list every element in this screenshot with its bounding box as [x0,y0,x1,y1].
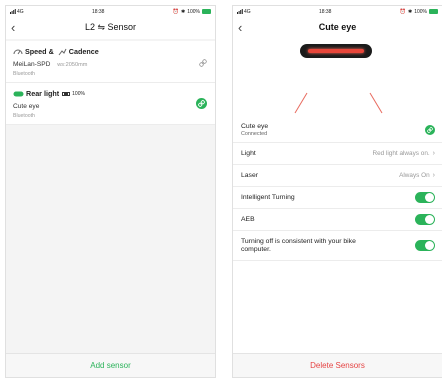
speed-title: Speed & [25,47,54,56]
connection-type: Bluetooth [13,113,35,119]
connected-link-button[interactable] [196,98,207,109]
page-title: Cute eye [318,22,357,32]
speed-cadence-sensor-card[interactable]: Speed & Cadence MeiLan-SPD ws:2050mm Blu… [6,41,215,83]
link-icon [198,100,205,107]
network-label: 4G [244,8,251,15]
turning-off-sync-row: Turning off is consistent with your bike… [233,231,442,261]
aeb-row: AEB [233,209,442,231]
signal-indicator: 4G [10,9,24,15]
light-value: Red light always on. [372,150,430,157]
intelligent-turning-row: Intelligent Turning [233,187,442,209]
rear-light-icon [13,91,24,96]
battery-icon [428,9,438,14]
laser-value: Always On [399,172,430,179]
device-name: Cute eye [13,103,40,110]
status-time: 18:38 [318,8,332,15]
device-illustration [233,39,442,117]
chevron-right-icon: › [432,150,435,157]
nav-bar: ‹ L2 ⇋ Sensor [6,17,215,39]
page-title: L2 ⇋ Sensor [84,22,137,32]
link-icon[interactable] [199,59,207,67]
aeb-label: AEB [241,216,255,223]
network-label: 4G [17,8,24,15]
laser-lines [294,92,383,114]
intelligent-turning-label: Intelligent Turning [241,194,295,201]
signal-icon [10,9,16,14]
cute-eye-detail-screen: 4G 18:38 ⏰ ✱ 100% ‹ Cute eye Cute eye Co… [232,5,442,378]
rear-light-title: Rear light [26,89,60,98]
wheel-size: ws:2050mm [57,62,88,68]
add-sensor-button[interactable]: Add sensor [90,361,130,370]
delete-sensors-bar: Delete Sensors [233,353,442,377]
device-name: Cute eye [241,122,269,130]
aeb-toggle[interactable] [415,214,435,225]
cadence-icon [58,48,67,55]
light-label: Light [241,150,256,157]
battery-percent: 100% [414,8,427,15]
bluetooth-icon: ✱ [407,8,413,15]
laser-label: Laser [241,172,259,179]
turning-off-sync-toggle[interactable] [415,240,435,251]
speedometer-icon [13,49,23,55]
rear-light-battery: 100% [72,90,85,97]
bluetooth-icon: ✱ [180,8,186,15]
status-time: 18:38 [91,8,105,15]
connection-status: Connected [241,130,268,137]
battery-icon [62,91,71,96]
connected-link-button[interactable] [425,124,435,135]
signal-indicator: 4G [237,9,251,15]
sensor-list-screen: 4G 18:38 ⏰ ✱ 100% ‹ L2 ⇋ Sensor Speed & … [5,5,216,378]
link-icon [427,126,433,133]
signal-icon [237,9,243,14]
battery-percent: 100% [187,8,200,15]
status-bar: 4G 18:38 ⏰ ✱ 100% [233,6,442,17]
battery-icon [201,9,211,14]
alarm-icon: ⏰ [172,8,179,15]
cadence-title: Cadence [68,47,99,56]
light-mode-row[interactable]: Light Red light always on. › [233,143,442,165]
device-name: MeiLan-SPD [13,61,51,68]
connection-type: Bluetooth [13,71,35,77]
alarm-icon: ⏰ [399,8,406,15]
nav-bar: ‹ Cute eye [233,17,442,39]
device-connection-row: Cute eye Connected [233,117,442,143]
turning-off-sync-label: Turning off is consistent with your bike… [241,237,356,253]
status-bar: 4G 18:38 ⏰ ✱ 100% [6,6,215,17]
laser-mode-row[interactable]: Laser Always On › [233,165,442,187]
delete-sensors-button[interactable]: Delete Sensors [310,361,365,370]
chevron-right-icon: › [432,172,435,179]
add-sensor-bar: Add sensor [6,353,215,377]
intelligent-turning-toggle[interactable] [415,192,435,203]
rear-light-sensor-card[interactable]: Rear light 100% Cute eye Bluetooth [6,83,215,125]
